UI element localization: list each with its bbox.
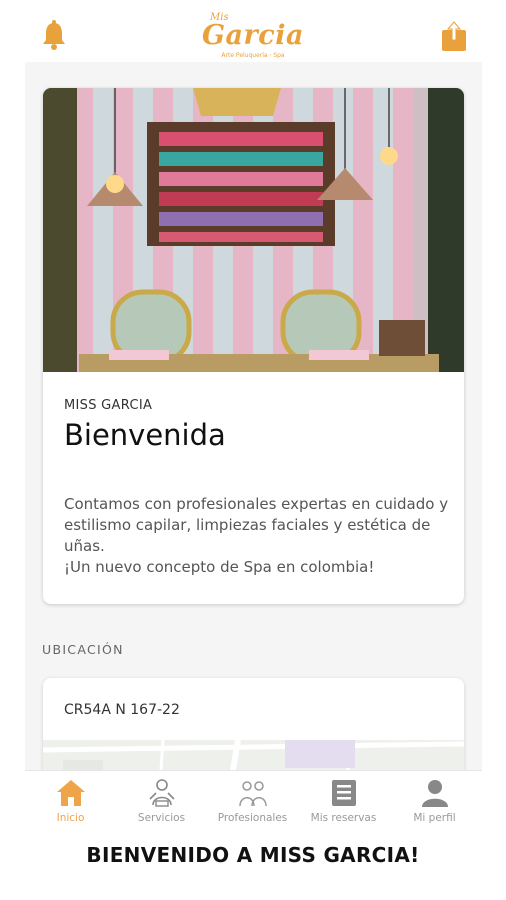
bell-icon[interactable] bbox=[40, 20, 68, 50]
card-title: Bienvenida bbox=[64, 418, 226, 452]
reservations-icon bbox=[332, 780, 356, 806]
location-section-label: UBICACIÓN bbox=[42, 642, 124, 657]
card-text-line: ¡Un nuevo concepto de Spa en colombia! bbox=[64, 558, 375, 576]
home-screen: MISS GARCIA Bienvenida Contamos con prof… bbox=[25, 62, 482, 770]
app-logo: Mis Garcia Arte Peluquería · Spa bbox=[196, 8, 310, 62]
services-icon bbox=[149, 779, 175, 807]
card-text-line: uñas. bbox=[64, 537, 105, 555]
location-card[interactable]: CR54A N 167-22 bbox=[43, 678, 464, 770]
bottom-nav: Inicio Servicios Profesionales Mis reser… bbox=[25, 770, 482, 833]
nav-item-mi-perfil[interactable]: Mi perfil bbox=[389, 771, 480, 833]
nav-label: Servicios bbox=[137, 812, 186, 824]
card-description: Contamos con profesionales expertas en c… bbox=[64, 494, 449, 578]
professionals-icon bbox=[239, 781, 267, 807]
nav-label: Profesionales bbox=[217, 812, 288, 824]
nav-item-inicio[interactable]: Inicio bbox=[25, 771, 116, 833]
home-icon bbox=[57, 780, 85, 806]
nav-item-profesionales[interactable]: Profesionales bbox=[207, 771, 298, 833]
location-address: CR54A N 167-22 bbox=[64, 702, 180, 718]
nav-item-servicios[interactable]: Servicios bbox=[116, 771, 207, 833]
welcome-card: MISS GARCIA Bienvenida Contamos con prof… bbox=[43, 88, 464, 604]
nav-label: Mis reservas bbox=[310, 812, 377, 824]
nav-item-mis-reservas[interactable]: Mis reservas bbox=[298, 771, 389, 833]
nav-label: Inicio bbox=[56, 812, 85, 824]
card-text-line: estilismo capilar, limpiezas faciales y … bbox=[64, 516, 431, 534]
card-overline: MISS GARCIA bbox=[64, 398, 153, 413]
nav-label: Mi perfil bbox=[413, 812, 456, 824]
card-text-line: Contamos con profesionales expertas en c… bbox=[64, 495, 449, 513]
top-bar: Mis Garcia Arte Peluquería · Spa bbox=[0, 0, 506, 70]
promo-caption: BIENVENIDO A MISS GARCIA! bbox=[86, 843, 420, 867]
salon-photo bbox=[43, 88, 464, 372]
share-icon[interactable] bbox=[440, 20, 468, 52]
location-map[interactable] bbox=[43, 740, 464, 770]
logo-tagline: Arte Peluquería · Spa bbox=[221, 52, 285, 59]
logo-brand: Garcia bbox=[202, 20, 304, 51]
profile-icon bbox=[422, 780, 448, 807]
